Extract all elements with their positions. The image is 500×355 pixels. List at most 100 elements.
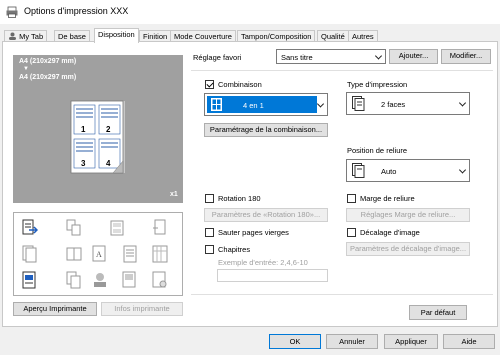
tab-label: De base bbox=[58, 32, 86, 41]
image-shift-label: Décalage d'image bbox=[360, 228, 420, 237]
skip-blank-label: Sauter pages vierges bbox=[218, 228, 289, 237]
chapters-example: Exemple d'entrée: 2,4,6-10 bbox=[218, 258, 308, 267]
add-favorite-button[interactable]: Ajouter... bbox=[389, 49, 438, 64]
image-shift-settings-button[interactable]: Paramètres de décalage d'image... bbox=[346, 242, 470, 256]
divider bbox=[191, 294, 493, 295]
combine-settings-button[interactable]: Paramétrage de la combinaison... bbox=[204, 123, 328, 137]
tab-label: My Tab bbox=[19, 32, 44, 41]
tab-label: Tampon/Composition bbox=[241, 32, 312, 41]
poster-icon[interactable] bbox=[22, 271, 38, 289]
multi-page-icon[interactable] bbox=[66, 219, 82, 237]
print-type-value: 2 faces bbox=[381, 100, 406, 109]
paper-size-original: A4 (210x297 mm) bbox=[19, 58, 77, 65]
printer-info-label: Infos imprimante bbox=[114, 304, 170, 313]
print-preview: A4 (210x297 mm) ▼ A4 (210x297 mm) 1 2 3 … bbox=[13, 55, 183, 203]
favorites-label: Réglage favori bbox=[193, 53, 242, 62]
tab-label: Mode Couverture bbox=[174, 32, 232, 41]
image-shift-checkbox[interactable] bbox=[347, 228, 356, 237]
tab-label: Disposition bbox=[98, 30, 135, 39]
stamp-icon[interactable] bbox=[92, 271, 108, 289]
binding-position-label: Position de reliure bbox=[347, 146, 408, 155]
combine-value: 4 en 1 bbox=[243, 101, 264, 110]
tab-label: Finition bbox=[143, 32, 168, 41]
chevron-down-icon bbox=[458, 98, 467, 107]
binding-margin-settings-button[interactable]: Réglages Marge de reliure... bbox=[346, 208, 470, 222]
page-layout-icon bbox=[70, 100, 125, 174]
document-arrow-icon[interactable] bbox=[22, 219, 38, 237]
chapters-label: Chapitres bbox=[218, 245, 251, 254]
tab-label: Qualité bbox=[321, 32, 345, 41]
svg-text:A: A bbox=[96, 250, 102, 259]
text-page-icon[interactable]: A bbox=[92, 245, 108, 263]
binding-position-select[interactable]: Auto bbox=[346, 159, 470, 182]
favorites-value: Sans titre bbox=[281, 53, 313, 62]
skip-blank-checkbox[interactable] bbox=[205, 228, 214, 237]
tab-strip: My Tab De base Disposition Finition Mode… bbox=[0, 25, 500, 43]
tab-label: Autres bbox=[352, 32, 374, 41]
print-type-label: Type d'impression bbox=[347, 80, 408, 89]
binding-margin-label: Marge de reliure bbox=[360, 194, 415, 203]
tab-disposition[interactable]: Disposition bbox=[94, 28, 139, 43]
default-button[interactable]: Par défaut bbox=[409, 305, 467, 320]
page-number-1: 1 bbox=[81, 125, 86, 134]
four-in-one-icon bbox=[211, 98, 222, 111]
printer-preview-label: Aperçu Imprimante bbox=[23, 304, 87, 313]
page-number-4: 4 bbox=[106, 159, 111, 168]
title-bar: Options d'impression XXX bbox=[0, 0, 500, 24]
combine-checkbox[interactable] bbox=[205, 80, 214, 89]
printer-info-button[interactable]: Infos imprimante bbox=[101, 302, 183, 316]
binding-page-icon bbox=[352, 163, 365, 178]
binding-margin-checkbox[interactable] bbox=[347, 194, 356, 203]
ok-label: OK bbox=[289, 337, 301, 346]
chevron-down-icon bbox=[458, 165, 467, 174]
combine-label: Combinaison bbox=[218, 80, 262, 89]
cancel-label: Annuler bbox=[339, 337, 365, 346]
apply-button[interactable]: Appliquer bbox=[384, 334, 438, 349]
duplex-page-icon bbox=[352, 96, 365, 111]
apply-label: Appliquer bbox=[395, 337, 427, 346]
overlay-icon[interactable] bbox=[122, 271, 138, 289]
arrow-down-icon: ▼ bbox=[23, 66, 29, 72]
edit-favorite-button[interactable]: Modifier... bbox=[441, 49, 491, 64]
ok-button[interactable]: OK bbox=[269, 334, 321, 349]
chapters-checkbox[interactable] bbox=[205, 245, 214, 254]
rotate-settings-label: Paramètres de «Rotation 180»... bbox=[211, 210, 321, 219]
columns-icon[interactable] bbox=[152, 245, 168, 263]
rotate-checkbox[interactable] bbox=[205, 194, 214, 203]
default-label: Par défaut bbox=[420, 308, 456, 317]
pages-stack-icon[interactable] bbox=[110, 219, 126, 237]
page-number-3: 3 bbox=[81, 159, 86, 168]
favorites-select[interactable]: Sans titre bbox=[276, 49, 386, 64]
divider bbox=[191, 70, 493, 71]
help-button[interactable]: Aide bbox=[443, 334, 495, 349]
lined-page-icon[interactable] bbox=[122, 245, 138, 263]
duplex-icon[interactable] bbox=[22, 245, 38, 263]
binding-margin-settings-label: Réglages Marge de reliure... bbox=[360, 210, 456, 219]
layout-icon-panel: A bbox=[13, 212, 183, 296]
chapters-input[interactable] bbox=[217, 269, 328, 282]
paper-size-output: A4 (210x297 mm) bbox=[19, 74, 77, 81]
edit-label: Modifier... bbox=[449, 51, 483, 60]
user-icon bbox=[9, 32, 16, 40]
add-label: Ajouter... bbox=[398, 51, 429, 60]
binding-position-value: Auto bbox=[381, 167, 397, 176]
chevron-down-icon bbox=[374, 51, 383, 60]
copies-count: x1 bbox=[170, 191, 178, 198]
chevron-down-icon bbox=[316, 99, 325, 108]
copy-stack-icon[interactable] bbox=[66, 271, 82, 289]
print-type-select[interactable]: 2 faces bbox=[346, 92, 470, 115]
cancel-button[interactable]: Annuler bbox=[326, 334, 378, 349]
booklet-icon[interactable] bbox=[66, 245, 82, 263]
printer-preview-button[interactable]: Aperçu Imprimante bbox=[13, 302, 97, 316]
combine-settings-label: Paramétrage de la combinaison... bbox=[209, 125, 323, 134]
rotate-label: Rotation 180 bbox=[218, 194, 261, 203]
rotate-settings-button[interactable]: Paramètres de «Rotation 180»... bbox=[204, 208, 328, 222]
page-number-2: 2 bbox=[106, 125, 111, 134]
watermark-icon[interactable] bbox=[152, 271, 168, 289]
document-shift-icon[interactable] bbox=[152, 219, 168, 237]
window-title: Options d'impression XXX bbox=[24, 6, 129, 16]
help-label: Aide bbox=[461, 337, 477, 346]
combine-select[interactable]: 4 en 1 bbox=[204, 93, 328, 116]
printer-app-icon bbox=[6, 6, 18, 18]
image-shift-settings-label: Paramètres de décalage d'image... bbox=[349, 244, 467, 253]
